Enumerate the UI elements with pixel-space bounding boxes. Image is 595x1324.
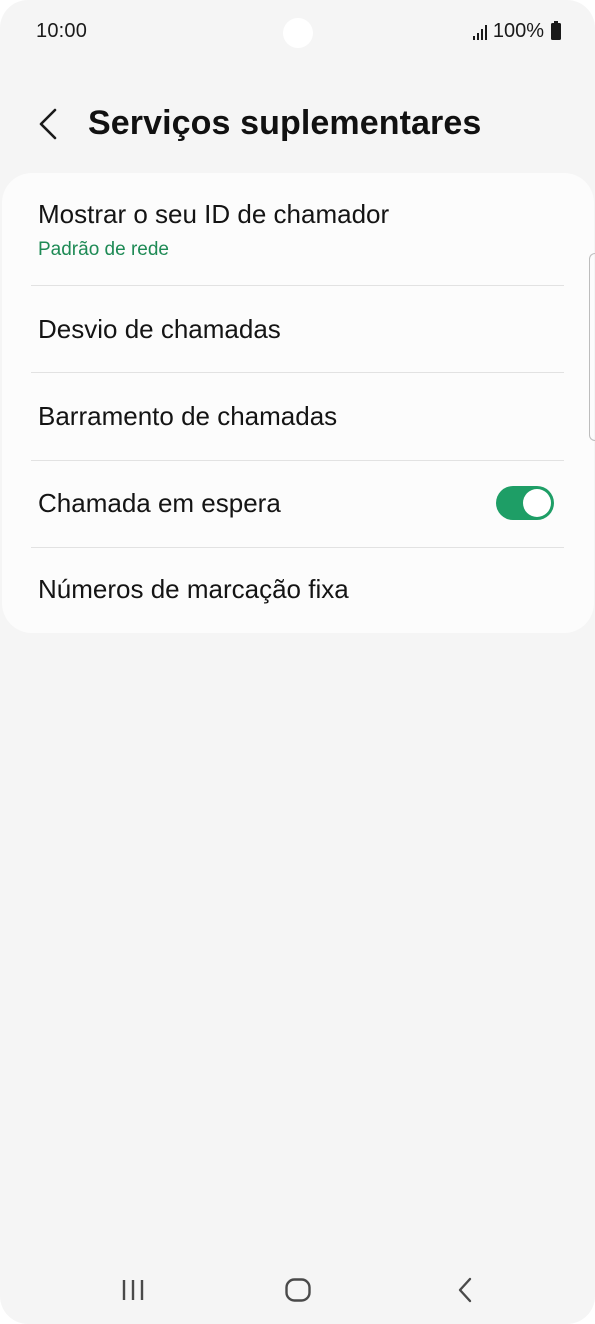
- home-button[interactable]: [268, 1270, 328, 1310]
- setting-title: Barramento de chamadas: [38, 401, 338, 431]
- signal-icon: [472, 24, 487, 40]
- app-header: Serviços suplementares: [0, 86, 595, 166]
- setting-title: Desvio de chamadas: [38, 314, 281, 344]
- setting-caller-id[interactable]: Mostrar o seu ID de chamador Padrão de r…: [2, 173, 594, 285]
- setting-call-barring[interactable]: Barramento de chamadas: [2, 373, 594, 459]
- setting-title: Números de marcação fixa: [38, 574, 349, 604]
- settings-card: Mostrar o seu ID de chamador Padrão de r…: [2, 173, 594, 633]
- recent-apps-button[interactable]: [103, 1270, 163, 1310]
- nav-back-button[interactable]: [435, 1270, 495, 1310]
- status-time: 10:00: [36, 20, 88, 42]
- navigation-bar: [0, 1250, 595, 1324]
- status-bar: 10:00 100%: [0, 0, 595, 66]
- phone-screen: 10:00 100% Serviços suplementares Mostra…: [0, 0, 595, 1324]
- call-waiting-toggle[interactable]: [496, 486, 554, 520]
- setting-call-forwarding[interactable]: Desvio de chamadas: [2, 286, 594, 372]
- setting-title: Mostrar o seu ID de chamador: [38, 199, 390, 229]
- page-title: Serviços suplementares: [88, 104, 482, 142]
- setting-subtitle: Padrão de rede: [38, 239, 169, 260]
- battery-percentage: 100%: [492, 20, 544, 42]
- battery-icon: [551, 21, 561, 40]
- back-icon: [458, 1277, 472, 1303]
- setting-title: Chamada em espera: [38, 488, 281, 518]
- setting-call-waiting[interactable]: Chamada em espera: [2, 461, 594, 547]
- home-icon: [285, 1278, 311, 1302]
- status-icons: 100%: [472, 20, 561, 43]
- recent-apps-icon: [122, 1280, 144, 1300]
- chevron-left-icon: [39, 108, 57, 140]
- toggle-knob: [523, 489, 551, 517]
- scroll-indicator[interactable]: [589, 253, 595, 441]
- back-button[interactable]: [28, 104, 68, 144]
- camera-cutout: [283, 18, 313, 48]
- setting-fixed-dialing[interactable]: Números de marcação fixa: [2, 548, 594, 633]
